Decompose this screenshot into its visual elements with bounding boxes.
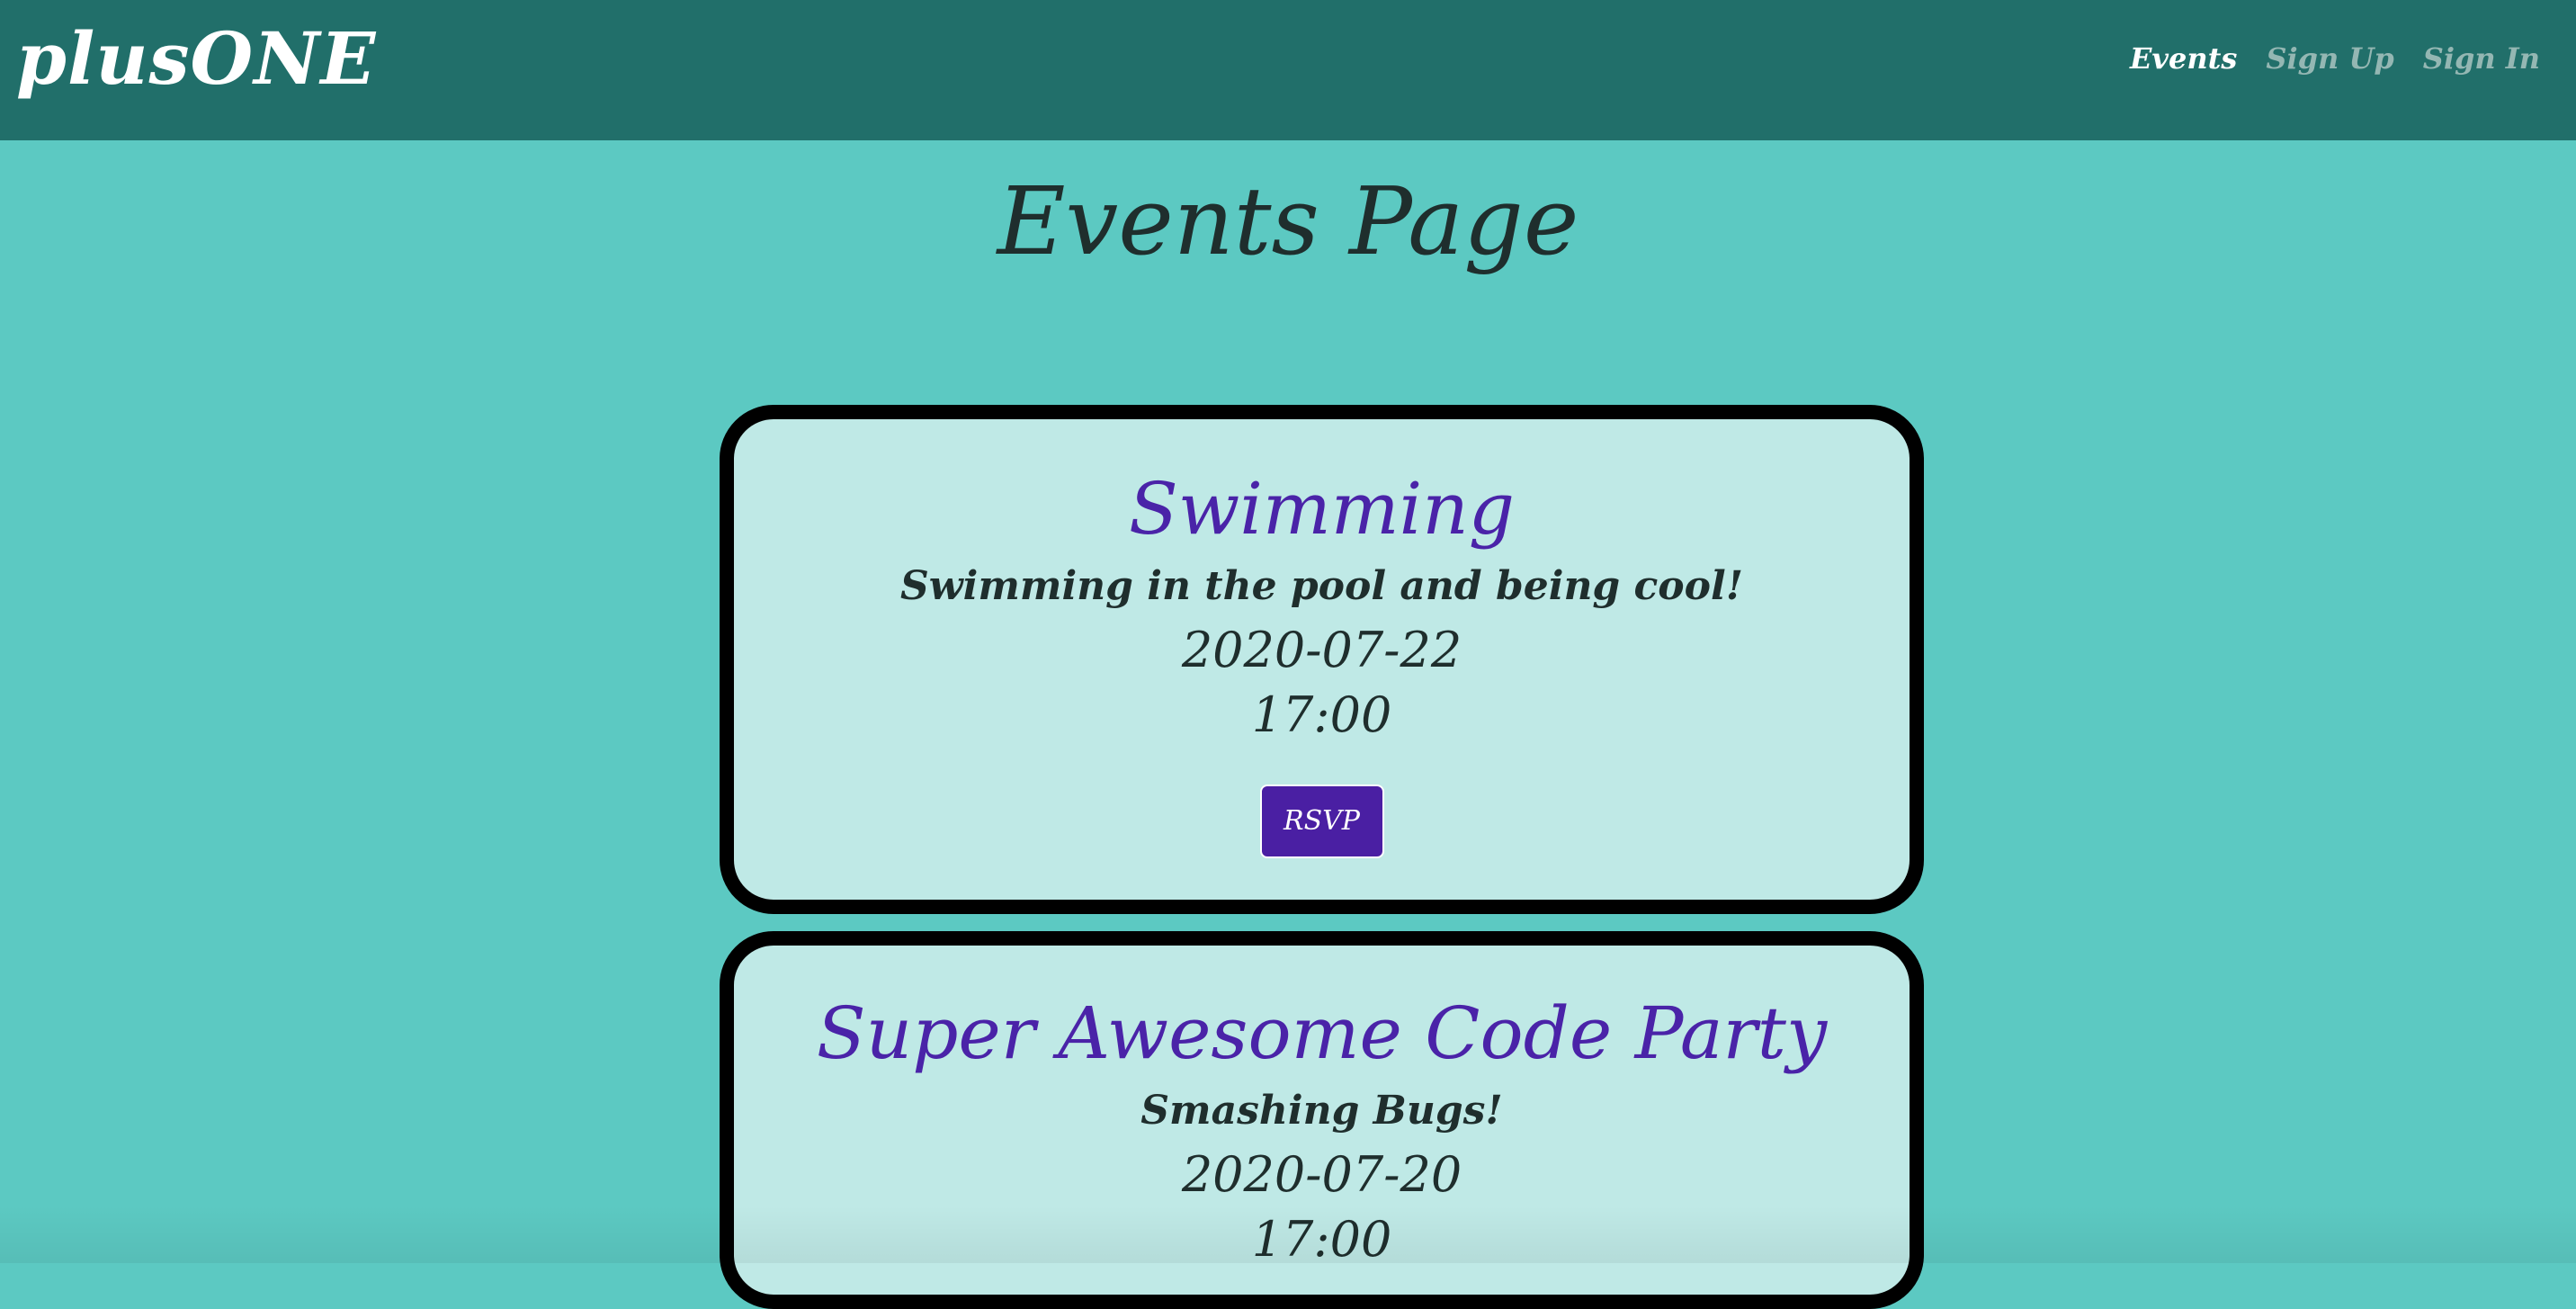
- brand-logo-link[interactable]: plusONE: [16, 16, 376, 101]
- event-description: Swimming in the pool and being cool!: [899, 563, 1744, 609]
- nav-link-sign-in[interactable]: Sign In: [2423, 41, 2540, 76]
- event-time: 17:00: [1251, 686, 1392, 743]
- rsvp-button[interactable]: RSVP: [1259, 785, 1384, 858]
- nav-link-events[interactable]: Events: [2130, 41, 2237, 76]
- top-navbar: plusONE Events Sign Up Sign In: [0, 0, 2576, 140]
- nav-links: Events Sign Up Sign In: [2130, 41, 2540, 76]
- event-date: 2020-07-22: [1181, 622, 1462, 678]
- event-date: 2020-07-20: [1181, 1146, 1462, 1203]
- event-description: Smashing Bugs!: [1140, 1088, 1503, 1134]
- event-title: Swimming: [1129, 467, 1515, 551]
- event-title: Super Awesome Code Party: [816, 991, 1828, 1075]
- event-time: 17:00: [1251, 1211, 1392, 1268]
- event-card-swimming: Swimming Swimming in the pool and being …: [720, 405, 1924, 914]
- nav-link-sign-up[interactable]: Sign Up: [2266, 41, 2393, 76]
- event-card-code-party: Super Awesome Code Party Smashing Bugs! …: [720, 931, 1924, 1309]
- page-title: Events Page: [997, 166, 1579, 276]
